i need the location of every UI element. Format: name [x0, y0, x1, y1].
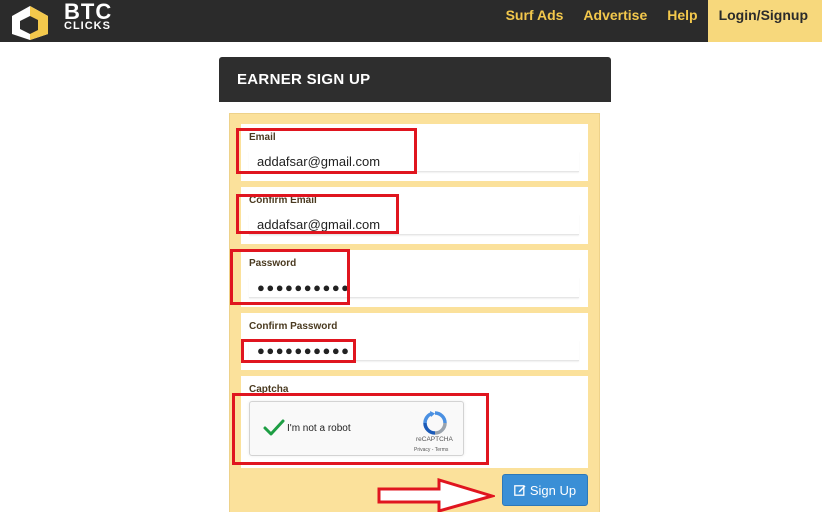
confirm-password-label: Confirm Password	[249, 321, 338, 332]
page-title: EARNER SIGN UP	[237, 71, 371, 88]
sign-up-button[interactable]: Sign Up	[502, 474, 588, 506]
sign-up-label: Sign Up	[529, 482, 577, 498]
annotation-box-captcha	[232, 393, 489, 465]
annotation-box-confirm-email	[236, 194, 399, 234]
main-nav: Surf Ads Advertise Help Login/Signup	[496, 0, 822, 42]
brand-logo[interactable]: BTC CLICKS	[8, 0, 128, 42]
top-navbar: BTC CLICKS Surf Ads Advertise Help Login…	[0, 0, 822, 42]
annotation-box-confirm-password	[241, 339, 356, 363]
nav-help[interactable]: Help	[657, 0, 707, 30]
btc-clicks-logo-icon	[12, 6, 48, 40]
annotation-box-email	[236, 128, 417, 174]
annotation-box-password	[230, 249, 350, 305]
nav-surf-ads[interactable]: Surf Ads	[496, 0, 574, 30]
annotation-arrow-icon	[377, 478, 495, 512]
edit-icon	[514, 485, 526, 496]
nav-advertise[interactable]: Advertise	[573, 0, 657, 30]
signup-panel-header: EARNER SIGN UP	[219, 57, 611, 102]
nav-login-signup[interactable]: Login/Signup	[707, 0, 822, 42]
brand-subname: CLICKS	[64, 20, 111, 32]
